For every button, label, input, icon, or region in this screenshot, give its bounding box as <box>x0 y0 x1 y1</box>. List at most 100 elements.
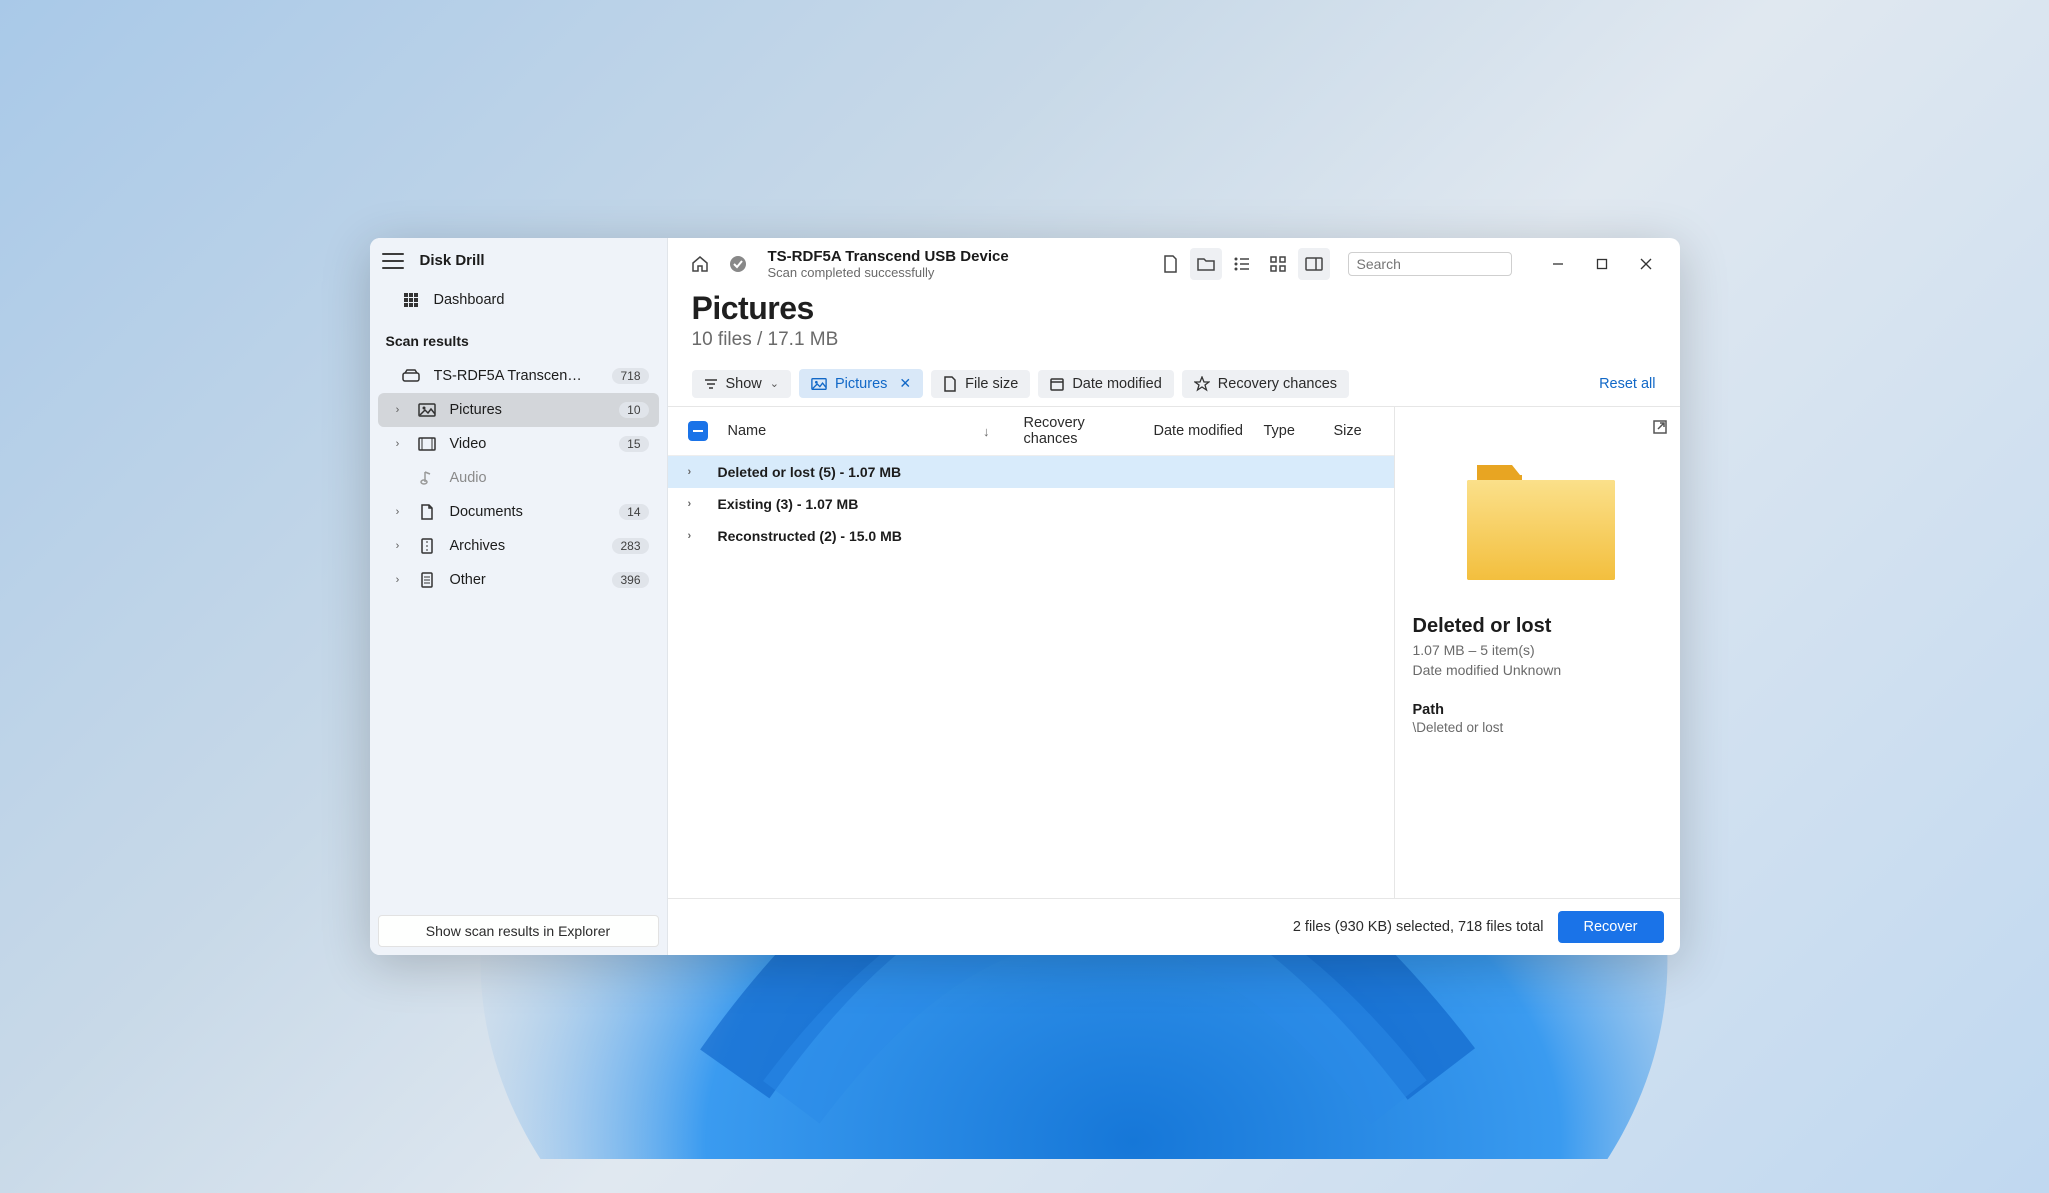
maximize-button[interactable] <box>1582 250 1622 278</box>
sidebar-item-archives[interactable]: › Archives 283 <box>378 529 659 563</box>
app-title: Disk Drill <box>420 252 485 269</box>
chevron-right-icon: › <box>392 506 404 518</box>
sidebar-item-count: 283 <box>612 538 648 554</box>
details-path: \Deleted or lost <box>1413 720 1662 735</box>
app-window: Disk Drill Dashboard Scan results TS-RDF… <box>370 238 1680 955</box>
chevron-right-icon: › <box>392 540 404 552</box>
filter-recovery-chances[interactable]: Recovery chances <box>1182 370 1349 398</box>
column-name[interactable]: Name ↓ <box>718 423 1014 439</box>
filter-date-modified-label: Date modified <box>1072 376 1161 392</box>
reset-all-link[interactable]: Reset all <box>1599 376 1655 392</box>
table-row[interactable]: › Existing (3) - 1.07 MB <box>668 488 1394 520</box>
details-title: Deleted or lost <box>1413 615 1662 638</box>
folder-icon <box>1457 455 1617 585</box>
sidebar-item-other[interactable]: › Other 396 <box>378 563 659 597</box>
chevron-right-icon: › <box>392 438 404 450</box>
filter-file-size[interactable]: File size <box>931 370 1030 398</box>
scan-status: Scan completed successfully <box>768 265 1009 280</box>
sidebar-device-label: TS-RDF5A Transcend US... <box>434 368 584 384</box>
sidebar-item-label: Pictures <box>450 402 502 418</box>
scan-results-heading: Scan results <box>370 321 667 355</box>
sidebar-item-video[interactable]: › Video 15 <box>378 427 659 461</box>
chevron-right-icon: › <box>392 574 404 586</box>
main-content: TS-RDF5A Transcend USB Device Scan compl… <box>668 238 1680 955</box>
sidebar-dashboard-label: Dashboard <box>434 292 505 308</box>
star-icon <box>1194 376 1210 392</box>
filter-file-size-label: File size <box>965 376 1018 392</box>
header: TS-RDF5A Transcend USB Device Scan compl… <box>668 238 1680 286</box>
sort-arrow-icon: ↓ <box>983 424 990 439</box>
archive-icon <box>418 537 436 555</box>
sidebar-item-label: Archives <box>450 538 506 554</box>
row-label: Reconstructed (2) - 15.0 MB <box>718 528 902 544</box>
details-date: Date modified Unknown <box>1413 662 1662 678</box>
sidebar-dashboard[interactable]: Dashboard <box>378 283 659 317</box>
filter-pictures-label: Pictures <box>835 376 887 392</box>
recover-button[interactable]: Recover <box>1558 911 1664 943</box>
device-title: TS-RDF5A Transcend USB Device <box>768 248 1009 265</box>
view-file-icon[interactable] <box>1154 248 1186 280</box>
search-input[interactable] <box>1357 256 1538 272</box>
column-date-modified[interactable]: Date modified <box>1144 423 1254 439</box>
calendar-icon <box>1050 377 1064 391</box>
close-button[interactable] <box>1626 250 1666 278</box>
view-grid-icon[interactable] <box>1262 248 1294 280</box>
sidebar-item-count: 10 <box>619 402 648 418</box>
image-icon <box>418 401 436 419</box>
filter-recovery-label: Recovery chances <box>1218 376 1337 392</box>
video-icon <box>418 435 436 453</box>
sidebar-device[interactable]: TS-RDF5A Transcend US... 718 <box>378 359 659 393</box>
footer: 2 files (930 KB) selected, 718 files tot… <box>668 898 1680 955</box>
sidebar-item-label: Video <box>450 436 487 452</box>
sidebar-item-audio[interactable]: Audio <box>378 461 659 495</box>
home-icon[interactable] <box>686 250 714 278</box>
view-list-icon[interactable] <box>1226 248 1258 280</box>
filter-pictures[interactable]: Pictures ✕ <box>799 369 923 398</box>
sidebar-item-label: Other <box>450 572 486 588</box>
minimize-button[interactable] <box>1538 250 1578 278</box>
table-row[interactable]: › Deleted or lost (5) - 1.07 MB <box>668 456 1394 488</box>
image-icon <box>811 377 827 391</box>
column-recovery-chances[interactable]: Recovery chances <box>1014 415 1144 447</box>
drive-icon <box>402 367 420 385</box>
select-all-checkbox[interactable] <box>688 421 708 441</box>
sidebar-item-count: 396 <box>612 572 648 588</box>
popout-icon[interactable] <box>1652 419 1668 435</box>
other-icon <box>418 571 436 589</box>
row-label: Existing (3) - 1.07 MB <box>718 496 859 512</box>
show-in-explorer-button[interactable]: Show scan results in Explorer <box>378 915 659 947</box>
page-title: Pictures <box>692 290 1656 327</box>
row-label: Deleted or lost (5) - 1.07 MB <box>718 464 902 480</box>
sidebar-device-count: 718 <box>612 368 648 384</box>
chevron-right-icon: › <box>688 530 704 542</box>
document-icon <box>943 376 957 392</box>
column-type[interactable]: Type <box>1254 423 1324 439</box>
hamburger-menu-icon[interactable] <box>382 253 404 269</box>
chevron-down-icon: ⌄ <box>770 377 779 390</box>
details-path-heading: Path <box>1413 702 1662 718</box>
search-box[interactable] <box>1348 252 1512 276</box>
sidebar: Disk Drill Dashboard Scan results TS-RDF… <box>370 238 668 955</box>
status-check-icon <box>724 250 752 278</box>
table-row[interactable]: › Reconstructed (2) - 15.0 MB <box>668 520 1394 552</box>
document-icon <box>418 503 436 521</box>
filter-show[interactable]: Show ⌄ <box>692 370 792 398</box>
sidebar-item-label: Documents <box>450 504 523 520</box>
chevron-right-icon: › <box>688 466 704 478</box>
details-panel: Deleted or lost 1.07 MB – 5 item(s) Date… <box>1394 407 1680 898</box>
sidebar-item-pictures[interactable]: › Pictures 10 <box>378 393 659 427</box>
selection-status: 2 files (930 KB) selected, 718 files tot… <box>1293 919 1544 935</box>
filter-date-modified[interactable]: Date modified <box>1038 370 1173 398</box>
chevron-right-icon: › <box>392 404 404 416</box>
view-panel-icon[interactable] <box>1298 248 1330 280</box>
details-size: 1.07 MB – 5 item(s) <box>1413 642 1662 658</box>
chevron-right-icon: › <box>688 498 704 510</box>
filter-bar: Show ⌄ Pictures ✕ File size Date modifie… <box>668 361 1680 406</box>
filter-icon <box>704 378 718 390</box>
remove-filter-icon[interactable]: ✕ <box>899 375 911 392</box>
page-subtitle: 10 files / 17.1 MB <box>692 329 1656 351</box>
view-folder-icon[interactable] <box>1190 248 1222 280</box>
sidebar-item-documents[interactable]: › Documents 14 <box>378 495 659 529</box>
column-size[interactable]: Size <box>1324 423 1384 439</box>
filter-show-label: Show <box>726 376 762 392</box>
